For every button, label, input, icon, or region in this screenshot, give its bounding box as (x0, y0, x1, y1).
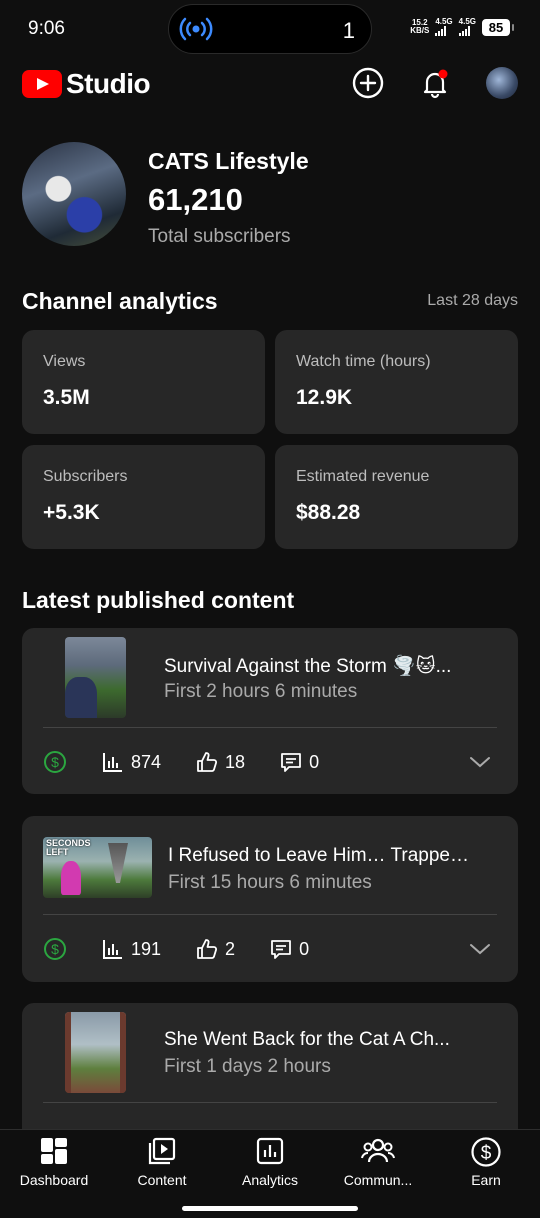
video-age: First 2 hours 6 minutes (164, 681, 358, 702)
video-age: First 15 hours 6 minutes (168, 872, 372, 893)
nav-analytics[interactable]: Analytics (216, 1136, 324, 1196)
status-bar: 9:06 1 15.2 KB/S 4.5G 4.5G 85 (0, 0, 540, 58)
community-icon (361, 1138, 395, 1163)
bar-chart-icon (103, 940, 122, 959)
video-stats: $ 191 2 0 (43, 934, 343, 964)
content-item[interactable]: Survival Against the Storm 🌪️🐱... First … (22, 628, 518, 794)
dollar-icon: $ (44, 751, 66, 773)
video-title: She Went Back for the Cat A Ch... (164, 1029, 450, 1050)
nav-label: Content (137, 1172, 187, 1188)
island-count: 1 (342, 18, 355, 43)
likes-stat: 2 (195, 937, 235, 961)
card-value: 12.9K (296, 386, 353, 409)
chevron-down-icon[interactable] (468, 937, 492, 961)
watch-time-card[interactable]: Watch time (hours) 12.9K (275, 330, 518, 434)
video-title: I Refused to Leave Him… Trappe… (168, 845, 469, 866)
nav-label: Commun... (343, 1172, 413, 1188)
status-indicators: 15.2 KB/S 4.5G 4.5G 85 (410, 18, 514, 36)
thumbnail-text: SECONDS LEFT (46, 838, 91, 857)
dashboard-icon (41, 1138, 67, 1164)
card-value: +5.3K (43, 501, 100, 524)
video-thumbnail[interactable] (65, 637, 126, 718)
create-icon[interactable] (351, 66, 385, 100)
views-card[interactable]: Views 3.5M (22, 330, 265, 434)
content-item[interactable]: SECONDS LEFT I Refused to Leave Him… Tra… (22, 816, 518, 982)
home-indicator[interactable] (182, 1206, 358, 1211)
divider (43, 1102, 497, 1103)
likes-stat: 18 (195, 750, 245, 774)
views-stat: 874 (101, 750, 161, 774)
analytics-icon (256, 1137, 284, 1165)
nav-earn[interactable]: $ Earn (432, 1136, 540, 1196)
dollar-icon: $ (44, 938, 66, 960)
video-stats: $ 874 18 0 (43, 747, 353, 777)
latest-content-title: Latest published content (22, 587, 295, 613)
views-stat: 191 (101, 937, 161, 961)
signal-bars-icon (458, 26, 470, 36)
broadcast-icon (179, 17, 213, 41)
signal-bars-icon (435, 26, 447, 36)
analytics-period: Last 28 days (427, 292, 518, 309)
nav-dashboard[interactable]: Dashboard (0, 1136, 108, 1196)
svg-text:$: $ (481, 1143, 492, 1164)
channel-avatar[interactable] (22, 142, 126, 246)
thumbs-up-icon (197, 939, 218, 959)
signal-2: 4.5G (458, 18, 476, 36)
battery-icon: 85 (482, 18, 514, 36)
channel-summary: CATS Lifestyle 61,210 Total subscribers (22, 142, 522, 247)
studio-logo[interactable]: Studio (22, 68, 151, 100)
comment-icon (281, 753, 301, 772)
card-label: Watch time (hours) (296, 353, 431, 370)
video-thumbnail[interactable]: SECONDS LEFT (43, 837, 152, 898)
account-avatar[interactable] (486, 67, 518, 99)
video-thumbnail[interactable] (65, 1012, 126, 1093)
nav-label: Dashboard (19, 1172, 89, 1188)
monetization-status[interactable]: $ (43, 937, 67, 961)
card-label: Subscribers (43, 468, 128, 485)
nav-label: Earn (471, 1172, 501, 1188)
nav-community[interactable]: Commun... (324, 1136, 432, 1196)
monetization-status[interactable]: $ (43, 750, 67, 774)
divider (43, 727, 497, 728)
network-speed: 15.2 KB/S (410, 18, 430, 35)
thumbs-up-icon (197, 752, 218, 772)
comment-icon (271, 940, 291, 959)
earn-icon: $ (471, 1137, 501, 1167)
logo-text: Studio (66, 68, 151, 99)
card-value: $88.28 (296, 501, 361, 524)
nav-content[interactable]: Content (108, 1136, 216, 1196)
svg-text:$: $ (51, 941, 59, 957)
video-age: First 1 days 2 hours (164, 1056, 331, 1077)
card-value: 3.5M (43, 386, 90, 409)
chevron-down-icon[interactable] (468, 750, 492, 774)
subscriber-label: Total subscribers (148, 226, 291, 247)
svg-text:$: $ (51, 754, 59, 770)
revenue-card[interactable]: Estimated revenue $88.28 (275, 445, 518, 549)
analytics-title: Channel analytics (22, 288, 218, 314)
status-time: 9:06 (28, 18, 65, 39)
bottom-navigation: Dashboard Content Analytics Commun... $ (0, 1129, 540, 1218)
nav-label: Analytics (241, 1172, 299, 1188)
dynamic-island[interactable]: 1 (168, 4, 372, 54)
content-item[interactable]: She Went Back for the Cat A Ch... First … (22, 1003, 518, 1143)
app-header: Studio (0, 58, 540, 110)
youtube-play-icon (22, 70, 62, 98)
divider (43, 914, 497, 915)
video-title: Survival Against the Storm 🌪️🐱... (164, 656, 452, 677)
channel-name: CATS Lifestyle (148, 148, 309, 174)
comments-stat: 0 (279, 750, 319, 774)
content-icon (148, 1137, 176, 1165)
subscribers-card[interactable]: Subscribers +5.3K (22, 445, 265, 549)
subscriber-count: 61,210 (148, 182, 243, 217)
signal-1: 4.5G (435, 18, 453, 36)
bar-chart-icon (103, 753, 122, 772)
notifications-icon[interactable] (418, 66, 452, 100)
card-label: Estimated revenue (296, 468, 430, 485)
comments-stat: 0 (269, 937, 309, 961)
card-label: Views (43, 353, 86, 370)
